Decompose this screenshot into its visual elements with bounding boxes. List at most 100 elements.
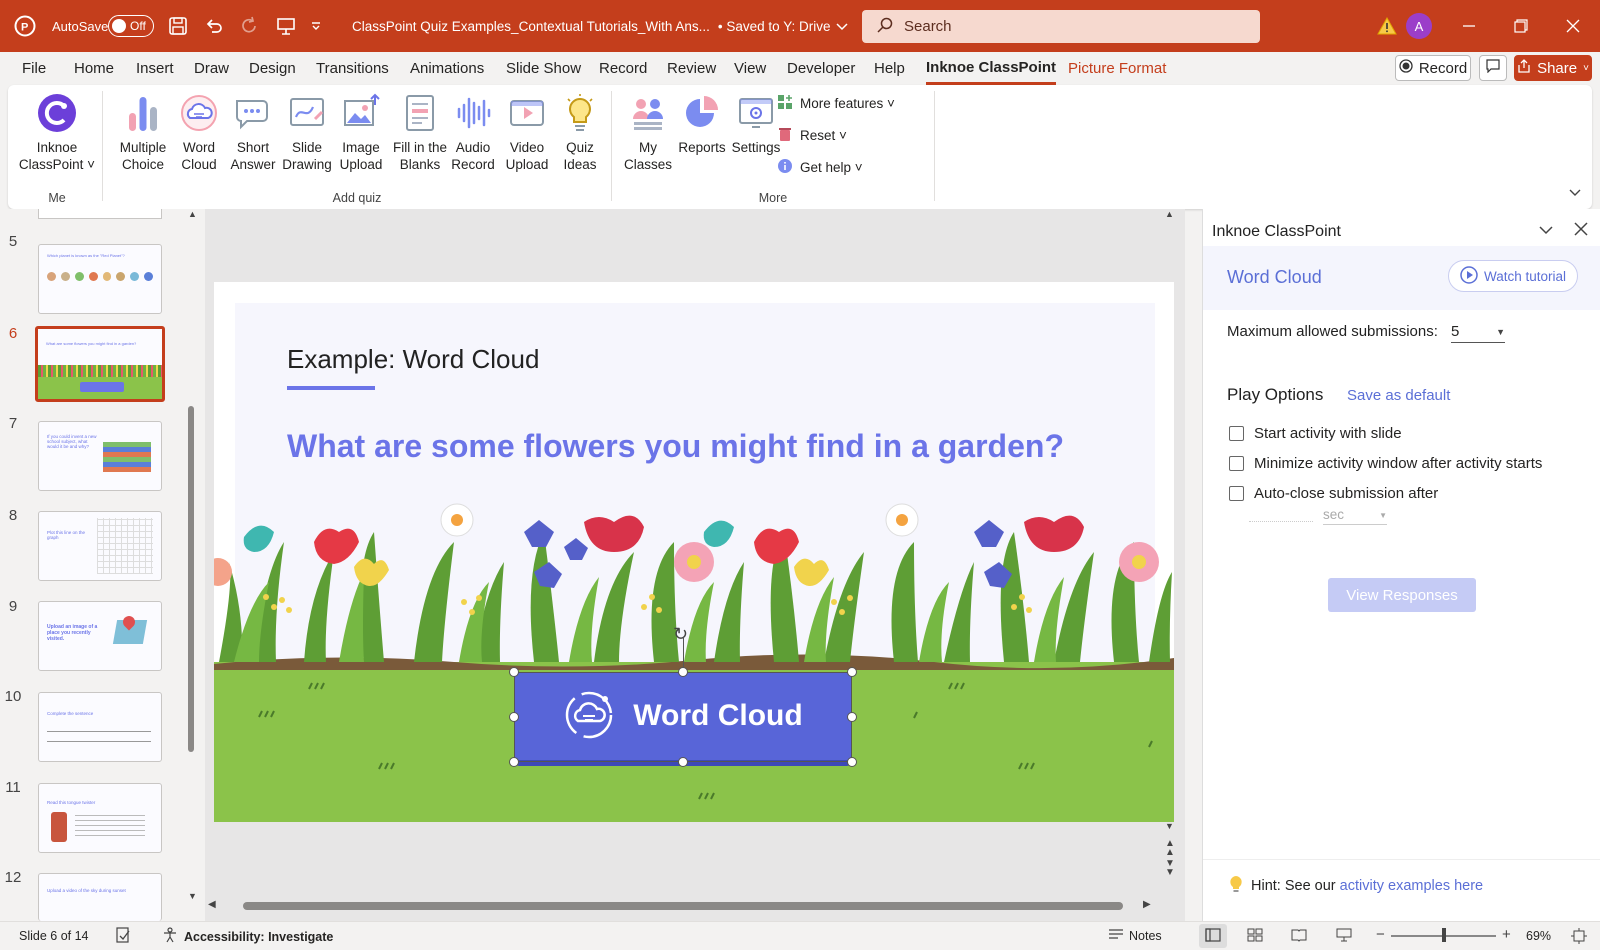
my-classes-button[interactable]: My Classes (623, 93, 673, 173)
comments-button[interactable] (1479, 55, 1507, 81)
tab-review[interactable]: Review (667, 52, 716, 85)
get-help-button[interactable]: Get help ˅ (777, 158, 863, 177)
tab-file[interactable]: File (22, 52, 46, 85)
reports-button[interactable]: Reports (676, 93, 728, 156)
slide-thumbnail-8[interactable]: Plot this line on the graph (38, 511, 162, 581)
record-button[interactable]: Record (1395, 55, 1471, 81)
resize-handle[interactable] (847, 667, 857, 677)
search-box[interactable]: Search (862, 10, 1260, 43)
save-icon[interactable] (168, 0, 188, 52)
slides-scrollbar[interactable]: ▲ ▼ (186, 209, 197, 911)
example-title[interactable]: Example: Word Cloud (287, 344, 539, 375)
more-features-button[interactable]: More features ˅ (777, 94, 895, 113)
zoom-out-icon[interactable]: − (1376, 926, 1385, 943)
slide-thumbnail-11[interactable]: Read this tongue twister (38, 783, 162, 853)
resize-handle[interactable] (678, 667, 688, 677)
slideshow-icon[interactable] (1336, 927, 1352, 946)
scrollbar-thumb[interactable] (188, 406, 194, 752)
user-avatar[interactable]: A (1406, 0, 1432, 52)
horizontal-scrollbar[interactable]: ◀ ▶ (205, 899, 1155, 913)
slide-thumbnail-12[interactable]: Upload a video of the sky during sunset (38, 873, 162, 921)
activity-examples-link[interactable]: activity examples here (1340, 878, 1483, 894)
notes-button[interactable]: Notes (1108, 927, 1162, 944)
quiz-ideas-button[interactable]: Quiz Ideas (557, 93, 603, 173)
customize-toolbar-icon[interactable] (310, 0, 322, 52)
image-upload-button[interactable]: Image Upload (335, 93, 387, 173)
reading-view-icon[interactable] (1291, 928, 1307, 945)
minimize-icon[interactable] (1462, 0, 1476, 52)
word-cloud-button[interactable]: Word Cloud (174, 93, 224, 173)
accessibility-button[interactable]: Accessibility: Investigate (162, 927, 333, 946)
redo-icon[interactable] (240, 0, 260, 52)
tab-help[interactable]: Help (874, 52, 905, 85)
slide-thumbnail-10[interactable]: Complete the sentence (38, 692, 162, 762)
fill-in-the-blanks-button[interactable]: Fill in the Blanks (388, 93, 452, 173)
inknoe-classpoint-button[interactable]: Inknoe ClassPoint ˅ (18, 93, 96, 173)
powerpoint-icon[interactable]: P (14, 0, 36, 52)
normal-view-button[interactable] (1199, 924, 1227, 948)
tab-inknoe-classpoint[interactable]: Inknoe ClassPoint (926, 52, 1057, 85)
scroll-up-icon[interactable]: ▲ (1165, 209, 1174, 219)
tab-slide-show[interactable]: Slide Show (506, 52, 581, 85)
audio-record-button[interactable]: Audio Record (448, 93, 498, 173)
view-responses-button[interactable]: View Responses (1328, 578, 1476, 612)
tab-draw[interactable]: Draw (194, 52, 229, 85)
zoom-slider-thumb[interactable] (1441, 928, 1446, 942)
scroll-down-icon[interactable]: ▼ (188, 891, 197, 901)
checkbox[interactable] (1229, 426, 1244, 441)
close-icon[interactable] (1566, 0, 1580, 52)
option-minimize-window[interactable]: Minimize activity window after activity … (1229, 455, 1542, 472)
checkbox[interactable] (1229, 486, 1244, 501)
next-slide-icon[interactable]: ▼ ▼ (1165, 859, 1175, 878)
tab-transitions[interactable]: Transitions (316, 52, 389, 85)
settings-button[interactable]: Settings (730, 93, 782, 156)
thumbnail-partial[interactable] (38, 209, 162, 219)
short-answer-button[interactable]: Short Answer (227, 93, 279, 173)
share-button[interactable]: Share ˅ (1514, 55, 1592, 81)
slide-sorter-icon[interactable] (1247, 928, 1263, 945)
warning-icon[interactable] (1377, 0, 1397, 52)
slide-thumbnail-9[interactable]: Upload an image of a place you recently … (38, 601, 162, 671)
resize-handle[interactable] (509, 712, 519, 722)
resize-handle[interactable] (509, 667, 519, 677)
scroll-right-icon[interactable]: ▶ (1143, 899, 1151, 910)
close-icon[interactable] (1574, 222, 1588, 239)
slide-thumbnail-7[interactable]: If you could invent a new school subject… (38, 421, 162, 491)
resize-handle[interactable] (509, 757, 519, 767)
option-start-with-slide[interactable]: Start activity with slide (1229, 425, 1402, 442)
slide-thumbnail-6[interactable]: What are some flowers you might find in … (35, 326, 165, 402)
rotate-handle-icon[interactable]: ↻ (673, 624, 688, 645)
restore-icon[interactable] (1514, 0, 1528, 52)
slide-counter[interactable]: Slide 6 of 14 (19, 929, 89, 943)
slide-canvas[interactable]: Example: Word Cloud What are some flower… (214, 282, 1174, 822)
multiple-choice-button[interactable]: Multiple Choice (112, 93, 174, 173)
question-text[interactable]: What are some flowers you might find in … (287, 428, 1064, 465)
spellcheck-icon[interactable] (115, 927, 131, 946)
scrollbar-thumb[interactable] (243, 902, 1123, 910)
chevron-down-icon[interactable] (1538, 223, 1554, 239)
slide-thumbnail-5[interactable]: Which planet is known as the "Red Planet… (38, 244, 162, 314)
tab-design[interactable]: Design (249, 52, 296, 85)
resize-handle[interactable] (847, 757, 857, 767)
previous-slide-icon[interactable]: ▲ ▲ (1165, 839, 1175, 858)
resize-handle[interactable] (847, 712, 857, 722)
ribbon-collapse-icon[interactable] (1568, 185, 1582, 201)
tab-home[interactable]: Home (74, 52, 114, 85)
slide-drawing-button[interactable]: Slide Drawing (280, 93, 334, 173)
checkbox[interactable] (1229, 456, 1244, 471)
option-auto-close[interactable]: Auto-close submission after (1229, 485, 1438, 502)
save-as-default-link[interactable]: Save as default (1347, 387, 1450, 404)
zoom-in-icon[interactable]: + (1502, 926, 1511, 943)
undo-icon[interactable] (204, 0, 224, 52)
tab-insert[interactable]: Insert (136, 52, 174, 85)
zoom-level[interactable]: 69% (1526, 929, 1551, 943)
tab-developer[interactable]: Developer (787, 52, 855, 85)
scroll-down-icon[interactable]: ▼ (1165, 821, 1174, 831)
tab-view[interactable]: View (734, 52, 766, 85)
watch-tutorial-button[interactable]: Watch tutorial (1448, 260, 1578, 292)
tab-picture-format[interactable]: Picture Format (1068, 52, 1166, 85)
autosave-toggle[interactable]: Off (108, 0, 154, 52)
max-submissions-select[interactable]: 5 ▼ (1451, 323, 1505, 343)
scroll-up-icon[interactable]: ▲ (188, 209, 197, 219)
reset-button[interactable]: Reset ˅ (777, 126, 847, 145)
